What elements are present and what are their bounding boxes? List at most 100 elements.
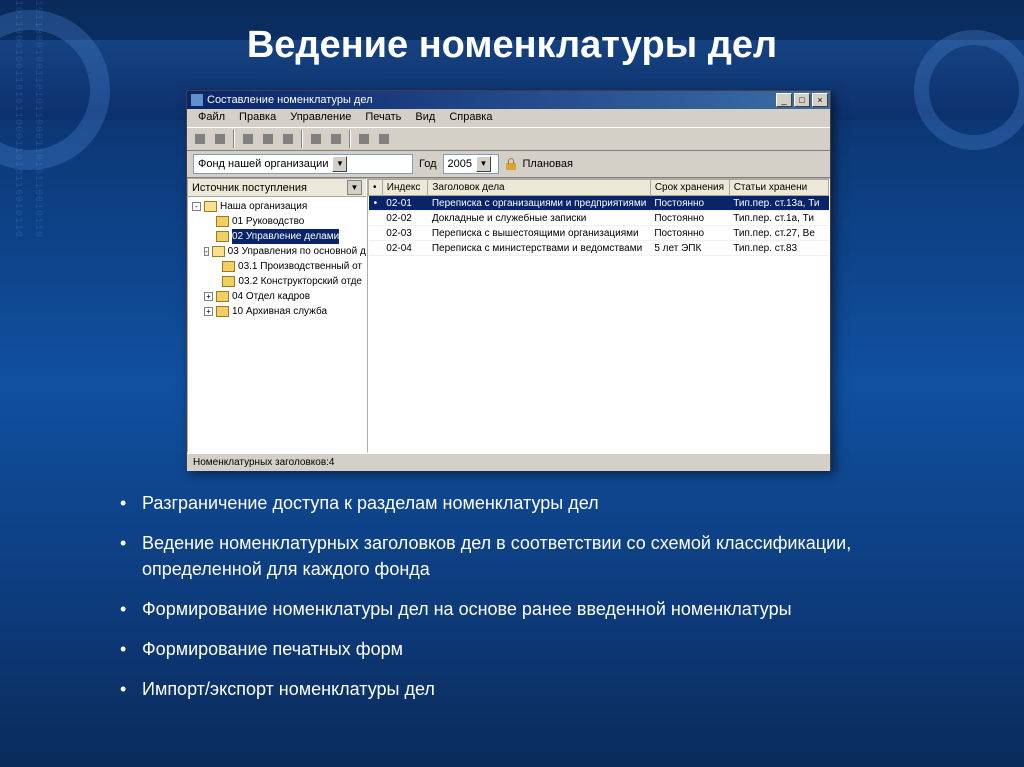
table-row[interactable]: 02-04Переписка с министерствами и ведомс…: [369, 241, 829, 256]
menu-file[interactable]: Файл: [191, 109, 232, 127]
tool-delete-icon[interactable]: [375, 130, 393, 148]
chevron-down-icon[interactable]: ▼: [332, 156, 347, 172]
tree-node[interactable]: 02 Управление делами: [190, 229, 364, 244]
tree-node[interactable]: +10 Архивная служба: [190, 304, 364, 319]
menu-edit[interactable]: Правка: [232, 109, 283, 127]
cell-term: 5 лет ЭПК: [650, 241, 729, 256]
bullet: Формирование номенклатуры дел на основе …: [120, 596, 920, 622]
row-mark: •: [369, 196, 383, 211]
statusbar: Номенклатурных заголовков:4: [187, 453, 830, 471]
tool-open-icon[interactable]: [211, 130, 229, 148]
slide-title: Ведение номенклатуры дел: [0, 24, 1024, 67]
minimize-button[interactable]: _: [776, 93, 792, 107]
folder-icon: [216, 231, 229, 242]
tree-label: 03.2 Конструкторский отде: [238, 274, 362, 289]
folder-icon: [222, 276, 235, 287]
bullet: Формирование печатных форм: [120, 636, 920, 662]
expand-icon[interactable]: -: [204, 247, 209, 256]
tool-cut-icon[interactable]: [239, 130, 257, 148]
tree-header[interactable]: Источник поступления ▼: [188, 179, 366, 197]
app-icon: [191, 94, 203, 106]
status-text: Номенклатурных заголовков:4: [193, 457, 334, 468]
cell-term: Постоянно: [650, 226, 729, 241]
app-window: Составление номенклатуры дел _ □ × Файл …: [186, 90, 831, 470]
fund-value: Фонд нашей организации: [198, 158, 328, 170]
window-title: Составление номенклатуры дел: [207, 94, 373, 106]
grid[interactable]: • Индекс Заголовок дела Срок хранения Ст…: [368, 179, 829, 256]
bullet: Ведение номенклатурных заголовков дел в …: [120, 530, 920, 582]
bg-binary: 1011000100110101100011010110010110: [8, 0, 26, 767]
menubar: Файл Правка Управление Печать Вид Справк…: [187, 109, 830, 127]
tree-node[interactable]: 01 Руководство: [190, 214, 364, 229]
tool-refresh-icon[interactable]: [355, 130, 373, 148]
close-button[interactable]: ×: [812, 93, 828, 107]
tool-new-icon[interactable]: [191, 130, 209, 148]
fund-combo[interactable]: Фонд нашей организации ▼: [193, 154, 413, 174]
folder-icon: [216, 306, 229, 317]
bullet: Разграничение доступа к разделам номенкл…: [120, 490, 920, 516]
tree-root[interactable]: - Наша организация: [190, 199, 364, 214]
tree-node[interactable]: 03.1 Производственный от: [190, 259, 364, 274]
menu-manage[interactable]: Управление: [283, 109, 358, 127]
row-mark: [369, 226, 383, 241]
cell-index: 02-02: [382, 211, 428, 226]
tree-node[interactable]: 03.2 Конструкторский отде: [190, 274, 364, 289]
tree-header-label: Источник поступления: [192, 182, 307, 194]
menu-help[interactable]: Справка: [442, 109, 499, 127]
cell-index: 02-01: [382, 196, 428, 211]
folder-icon: [212, 246, 225, 257]
cell-title: Переписка с вышестоящими организациями: [428, 226, 650, 241]
chevron-down-icon[interactable]: ▼: [476, 156, 491, 172]
menu-print[interactable]: Печать: [358, 109, 408, 127]
cell-article: Тип.пер. ст.27, Ве: [729, 226, 828, 241]
tree[interactable]: - Наша организация 01 Руководство02 Упра…: [188, 197, 366, 452]
cell-title: Переписка с министерствами и ведомствами: [428, 241, 650, 256]
cell-index: 02-04: [382, 241, 428, 256]
col-mark[interactable]: •: [369, 180, 383, 196]
filterbar: Фонд нашей организации ▼ Год 2005 ▼ План…: [187, 151, 830, 177]
folder-icon: [216, 291, 229, 302]
tree-label: 01 Руководство: [232, 214, 304, 229]
tree-label: 10 Архивная служба: [232, 304, 327, 319]
col-title[interactable]: Заголовок дела: [428, 180, 650, 196]
grid-pane: • Индекс Заголовок дела Срок хранения Ст…: [367, 178, 830, 453]
bullets: Разграничение доступа к разделам номенкл…: [120, 490, 920, 717]
tree-label: 03.1 Производственный от: [238, 259, 362, 274]
expand-icon[interactable]: +: [204, 292, 213, 301]
lock-icon: [505, 158, 517, 170]
chevron-down-icon[interactable]: ▼: [347, 180, 362, 195]
tree-label: 02 Управление делами: [232, 229, 339, 244]
tree-label: Наша организация: [220, 199, 307, 214]
tool-paste-icon[interactable]: [279, 130, 297, 148]
cell-title: Докладные и служебные записки: [428, 211, 650, 226]
menu-view[interactable]: Вид: [408, 109, 442, 127]
table-row[interactable]: 02-03Переписка с вышестоящими организаци…: [369, 226, 829, 241]
year-value: 2005: [448, 158, 472, 170]
col-term[interactable]: Срок хранения: [650, 180, 729, 196]
bullet: Импорт/экспорт номенклатуры дел: [120, 676, 920, 702]
table-row[interactable]: 02-02Докладные и служебные запискиПостоя…: [369, 211, 829, 226]
tree-node[interactable]: +04 Отдел кадров: [190, 289, 364, 304]
col-index[interactable]: Индекс: [382, 180, 428, 196]
titlebar[interactable]: Составление номенклатуры дел _ □ ×: [187, 91, 830, 109]
folder-icon: [216, 216, 229, 227]
year-combo[interactable]: 2005 ▼: [443, 154, 499, 174]
table-row[interactable]: •02-01Переписка с организациями и предпр…: [369, 196, 829, 211]
tree-node[interactable]: -03 Управления по основной д: [190, 244, 364, 259]
plan-label: Плановая: [523, 158, 573, 170]
cell-term: Постоянно: [650, 196, 729, 211]
folder-icon: [222, 261, 235, 272]
cell-title: Переписка с организациями и предприятиям…: [428, 196, 650, 211]
tool-copy-icon[interactable]: [259, 130, 277, 148]
expand-icon[interactable]: -: [192, 202, 201, 211]
tree-label: 04 Отдел кадров: [232, 289, 310, 304]
expand-icon[interactable]: +: [204, 307, 213, 316]
row-mark: [369, 211, 383, 226]
maximize-button[interactable]: □: [794, 93, 810, 107]
row-mark: [369, 241, 383, 256]
col-article[interactable]: Статьи хранени: [729, 180, 828, 196]
tool-print-icon[interactable]: [307, 130, 325, 148]
folder-icon: [204, 201, 217, 212]
cell-term: Постоянно: [650, 211, 729, 226]
tool-find-icon[interactable]: [327, 130, 345, 148]
